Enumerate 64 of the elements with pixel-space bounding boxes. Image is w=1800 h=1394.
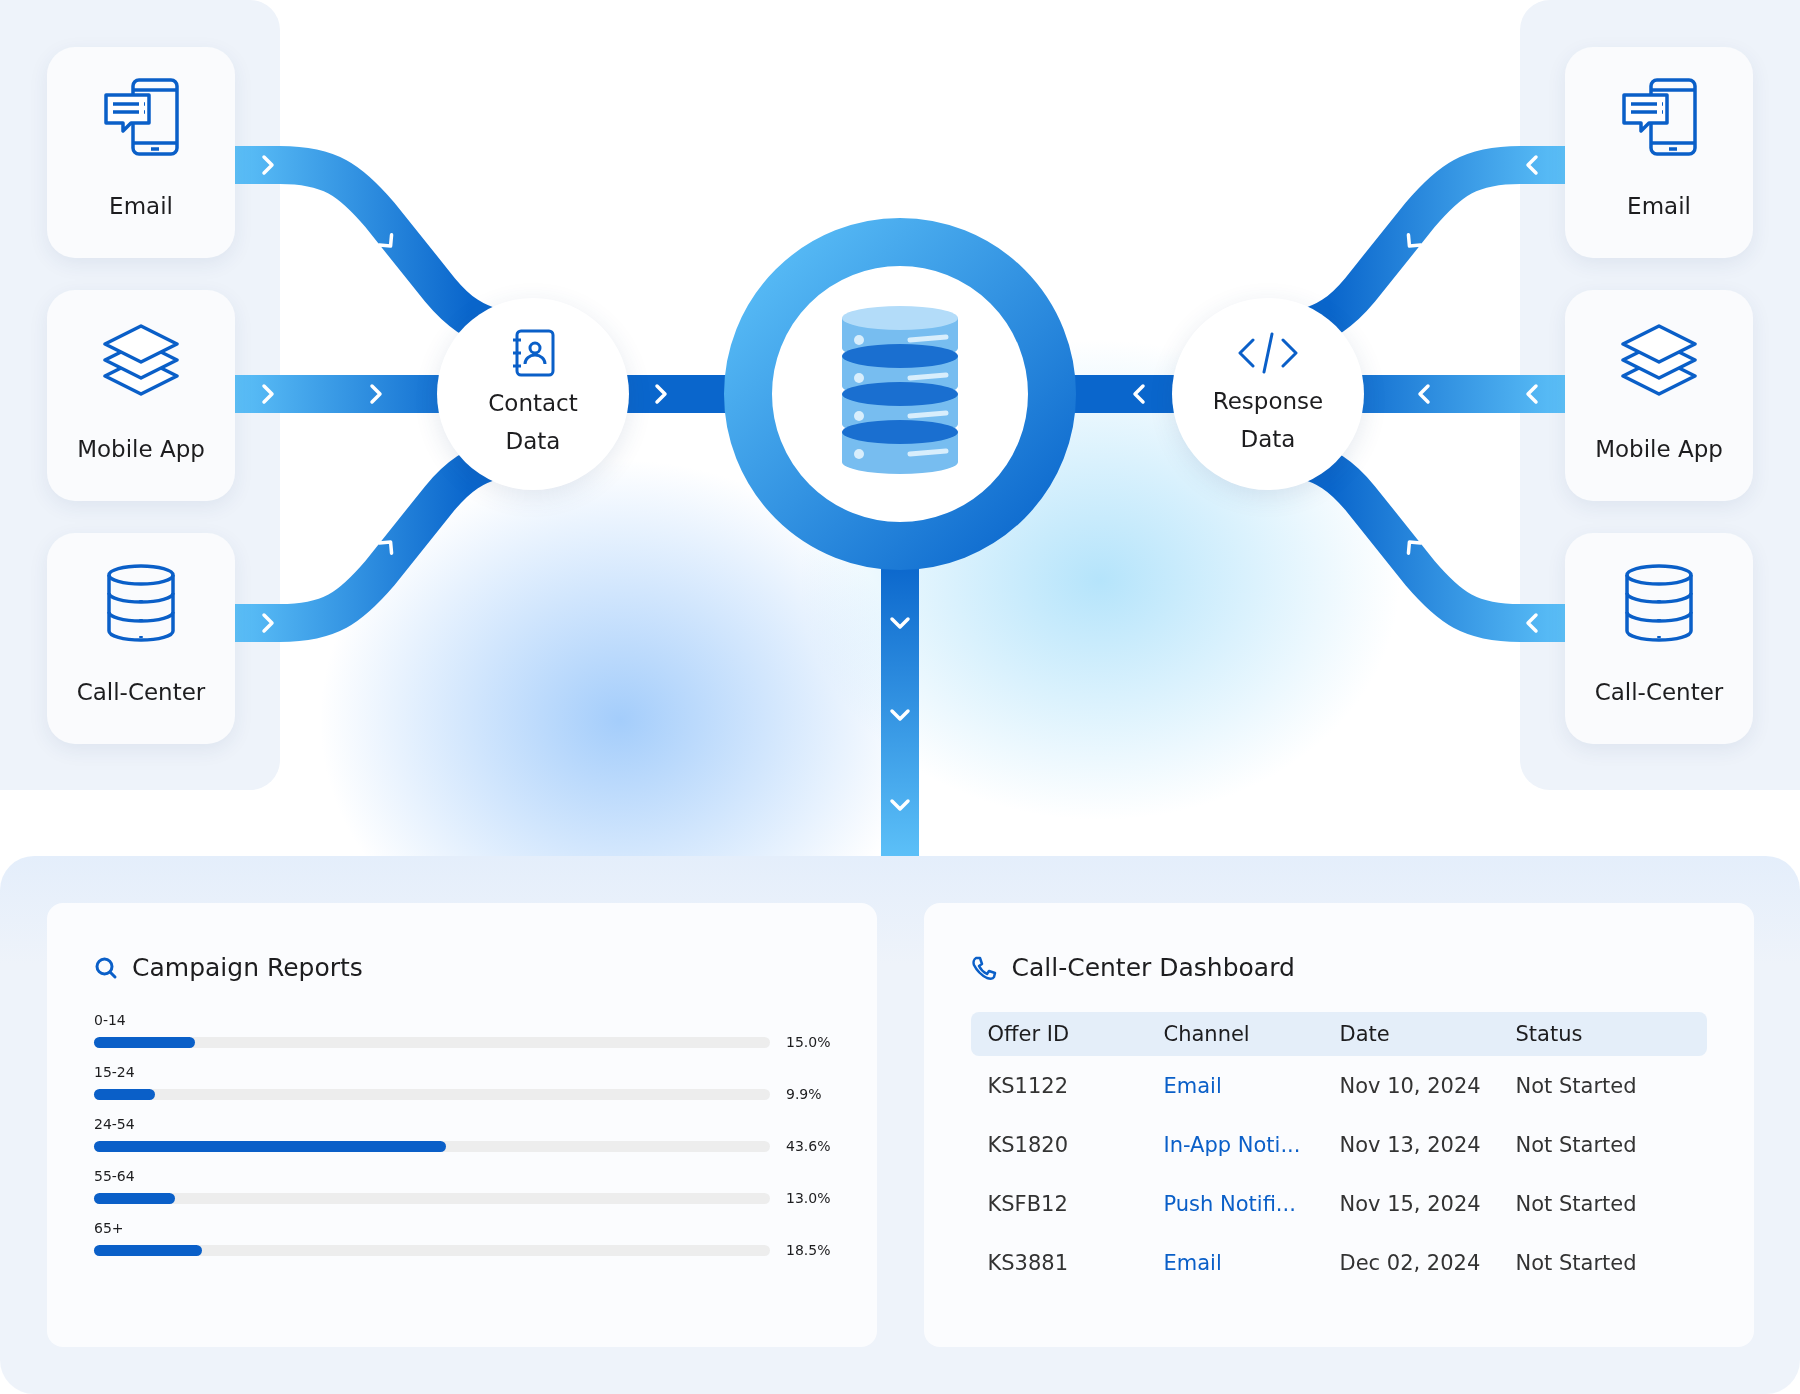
table-cell: KS3881: [987, 1250, 1069, 1275]
column-header: Status: [1515, 1022, 1583, 1046]
channel-link[interactable]: Push Notifi...: [1163, 1191, 1296, 1216]
chevron-icon: [262, 384, 274, 404]
age-group-label: 65+: [94, 1220, 125, 1236]
channel-card[interactable]: Call-Center: [47, 533, 235, 744]
card-title: Campaign Reports: [132, 953, 363, 982]
percent-value: 15.0%: [786, 1034, 831, 1050]
card-title: Call-Center Dashboard: [1011, 953, 1295, 982]
chevron-icon: [890, 617, 910, 629]
search-icon: [94, 955, 118, 980]
chevron-icon: [890, 709, 910, 721]
chevron-icon: [1406, 540, 1423, 555]
table-cell: Dec 02, 2024: [1339, 1250, 1481, 1275]
contact-data-node: Contact Data: [437, 298, 629, 490]
channel-card[interactable]: Mobile App: [1565, 290, 1753, 501]
chevron-icon: [655, 384, 667, 404]
column-header: Offer ID: [987, 1022, 1070, 1046]
age-group-label: 55-64: [94, 1168, 136, 1184]
percent-value: 43.6%: [786, 1138, 831, 1154]
phone-icon: [971, 954, 998, 981]
chevron-icon: [377, 540, 394, 555]
chevron-icon: [1526, 613, 1538, 633]
channel-card[interactable]: Email: [1565, 47, 1753, 258]
table-cell: Not Started: [1515, 1250, 1637, 1275]
table-cell: KS1122: [987, 1073, 1069, 1098]
table-cell: Nov 13, 2024: [1339, 1132, 1481, 1157]
chevron-icon: [1418, 384, 1430, 404]
table-cell: Not Started: [1515, 1191, 1637, 1216]
table-cell: KSFB12: [987, 1191, 1068, 1216]
table-cell: KS1820: [987, 1132, 1069, 1157]
chevron-icon: [370, 384, 382, 404]
chevron-icon: [1526, 384, 1538, 404]
channel-card[interactable]: Mobile App: [47, 290, 235, 501]
percent-value: 9.9%: [786, 1086, 822, 1102]
age-group-label: 15-24: [94, 1064, 136, 1080]
phone-chat-icon: [103, 77, 179, 157]
chevron-icon: [890, 799, 910, 811]
phone-chat-icon: [1621, 77, 1697, 157]
response-data-node: Response Data: [1172, 298, 1364, 490]
chevron-icon: [262, 155, 274, 175]
chevron-icon: [1133, 384, 1145, 404]
channel-link[interactable]: Email: [1163, 1073, 1222, 1098]
table-cell: Nov 15, 2024: [1339, 1191, 1481, 1216]
percent-value: 13.0%: [786, 1190, 831, 1206]
table-cell: Not Started: [1515, 1132, 1637, 1157]
contact-book-icon: [510, 328, 556, 378]
code-icon: [1237, 330, 1299, 376]
age-group-label: 0-14: [94, 1012, 127, 1028]
column-header: Date: [1339, 1022, 1390, 1046]
age-group-label: 24-54: [94, 1116, 136, 1132]
chevron-icon: [1526, 155, 1538, 175]
percent-value: 18.5%: [786, 1242, 831, 1258]
chevron-icon: [1406, 233, 1423, 248]
chevron-icon: [377, 233, 394, 248]
column-header: Channel: [1163, 1022, 1250, 1046]
table-cell: Not Started: [1515, 1073, 1637, 1098]
database-icon: [842, 306, 958, 474]
chevron-icon: [262, 613, 274, 633]
channel-card[interactable]: Call-Center: [1565, 533, 1753, 744]
channel-link[interactable]: Email: [1163, 1250, 1222, 1275]
channel-card[interactable]: Email: [47, 47, 235, 258]
channel-link[interactable]: In-App Noti...: [1163, 1132, 1301, 1157]
table-cell: Nov 10, 2024: [1339, 1073, 1481, 1098]
